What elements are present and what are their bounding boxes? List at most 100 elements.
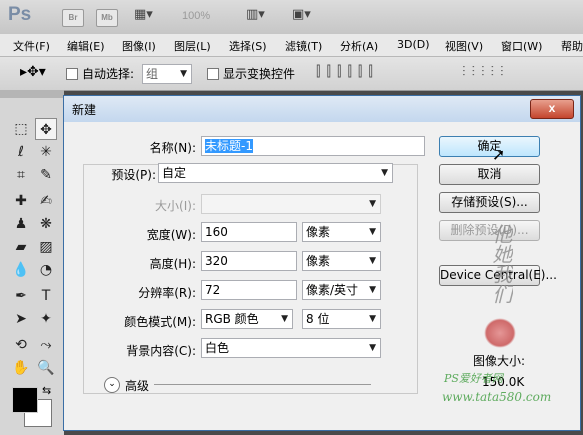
zoom-tool-icon[interactable]: 🔍 (35, 357, 57, 379)
resolution-unit-dropdown[interactable]: 像素/英寸 ▼ (302, 280, 381, 300)
watermark-seal-icon (484, 318, 516, 348)
swap-colors-icon[interactable]: ⇆ (42, 384, 51, 397)
photoshop-logo: Ps (8, 4, 32, 25)
size-dropdown[interactable]: ▼ (201, 194, 381, 214)
marquee-tool-icon[interactable]: ⬚ (10, 118, 32, 140)
menu-bar: 文件(F) 编辑(E) 图像(I) 图层(L) 选择(S) 滤镜(T) 分析(A… (0, 34, 583, 57)
3d-orbit-icon[interactable]: ⤳ (35, 334, 57, 356)
name-field[interactable]: 未标题-1 (201, 136, 425, 156)
width-unit-dropdown[interactable]: 像素 ▼ (302, 222, 381, 242)
zoom-level[interactable]: 100% (182, 10, 210, 22)
ok-button[interactable]: 确定 (439, 136, 540, 157)
blur-tool-icon[interactable]: 💧 (10, 259, 32, 281)
crop-tool-icon[interactable]: ⌗ (10, 164, 32, 186)
auto-select-label: 自动选择: (82, 67, 135, 81)
chevron-down-icon: ▼ (369, 285, 376, 295)
color-mode-dropdown[interactable]: RGB 颜色 ▼ (201, 309, 293, 329)
resolution-label: 分辨率(R): (138, 286, 196, 300)
mouse-cursor-icon: ➚ (492, 145, 506, 164)
width-label: 宽度(W): (146, 228, 196, 242)
new-document-dialog: 新建 x 名称(N): 未标题-1 预设(P): 自定 ▼ 大小(I): ▼ 宽… (63, 95, 581, 431)
checkbox-box[interactable] (207, 67, 219, 80)
menu-analysis[interactable]: 分析(A) (340, 38, 378, 54)
cancel-button[interactable]: 取消 (439, 164, 540, 185)
lasso-tool-icon[interactable]: ℓ (10, 141, 32, 163)
watermark-vertical-text: 他她我们 (489, 224, 513, 304)
path-selection-icon[interactable]: ➤ (10, 308, 32, 330)
menu-window[interactable]: 窗口(W) (501, 38, 542, 54)
checkbox-box[interactable] (66, 67, 78, 80)
width-value: 160 (205, 225, 228, 239)
move-tool-icon[interactable]: ✥ (35, 118, 57, 140)
auto-select-checkbox[interactable] (66, 66, 78, 80)
screen-mode-icon[interactable]: ▣▾ (292, 7, 311, 22)
menu-image[interactable]: 图像(I) (122, 38, 156, 54)
width-field[interactable]: 160 (201, 222, 297, 242)
healing-brush-icon[interactable]: ✚ (10, 190, 32, 212)
options-bar: ▸✥▾ 自动选择: 组 ▼ 显示变换控件 ⫿⫿⫿⫿⫿⫿ ⫶⫶⫶⫶⫶ (0, 57, 583, 91)
dialog-titlebar[interactable]: 新建 x (64, 96, 580, 122)
menu-layer[interactable]: 图层(L) (174, 38, 211, 54)
type-tool-icon[interactable]: T (35, 285, 57, 307)
clone-stamp-icon[interactable]: ♟ (10, 213, 32, 235)
move-tool-preset-icon[interactable]: ▸✥▾ (20, 64, 46, 80)
color-mode-label: 颜色模式(M): (124, 315, 196, 329)
arrange-documents-icon[interactable]: ▥▾ (246, 7, 265, 22)
panel-header[interactable] (0, 90, 64, 98)
bit-depth-value: 8 位 (306, 312, 330, 326)
align-icons[interactable]: ⫿⫿⫿⫿⫿⫿ (316, 64, 379, 80)
hand-tool-icon[interactable]: ✋ (10, 357, 32, 379)
height-field[interactable]: 320 (201, 251, 297, 271)
minibridge-icon[interactable]: Mb (96, 9, 118, 27)
menu-select[interactable]: 选择(S) (229, 38, 267, 54)
tools-panel: ⬚ ✥ ℓ ✳ ⌗ ✎ ✚ ✍ ♟ ❋ ▰ ▨ 💧 ◔ ✒ T ➤ ✦ ⟲ ⤳ … (0, 90, 64, 435)
save-preset-button[interactable]: 存储预设(S)... (439, 192, 540, 213)
eraser-tool-icon[interactable]: ▰ (10, 236, 32, 258)
shape-tool-icon[interactable]: ✦ (35, 308, 57, 330)
menu-view[interactable]: 视图(V) (445, 38, 483, 54)
size-label: 大小(I): (155, 199, 196, 213)
chevron-down-icon: ▼ (381, 168, 388, 178)
background-value: 白色 (205, 341, 230, 355)
bridge-icon[interactable]: Br (62, 9, 84, 27)
menu-file[interactable]: 文件(F) (13, 38, 50, 54)
menu-help[interactable]: 帮助 (561, 38, 583, 54)
gradient-tool-icon[interactable]: ▨ (35, 236, 57, 258)
watermark-site-line1: PS爱好者网 (444, 372, 503, 385)
resolution-value: 72 (205, 283, 221, 297)
eyedropper-tool-icon[interactable]: ✎ (35, 164, 57, 186)
history-brush-icon[interactable]: ❋ (35, 213, 57, 235)
auto-select-dropdown[interactable]: 组 ▼ (142, 64, 192, 84)
distribute-icons[interactable]: ⫶⫶⫶⫶⫶ (462, 64, 510, 80)
brush-tool-icon[interactable]: ✍ (35, 190, 57, 212)
show-transform-checkbox[interactable] (207, 66, 219, 80)
magic-wand-tool-icon[interactable]: ✳ (35, 141, 57, 163)
pen-tool-icon[interactable]: ✒ (10, 285, 32, 307)
chevron-down-icon: ▼ (369, 343, 376, 353)
view-extras-icon[interactable]: ▦▾ (134, 7, 153, 22)
menu-edit[interactable]: 编辑(E) (67, 38, 105, 54)
advanced-toggle-icon[interactable]: ⌄ (104, 377, 120, 393)
advanced-divider (154, 384, 371, 385)
resolution-field[interactable]: 72 (201, 280, 297, 300)
height-unit-value: 像素 (306, 254, 331, 268)
image-size-label: 图像大小: (473, 354, 526, 368)
background-label: 背景内容(C): (126, 344, 196, 358)
dodge-tool-icon[interactable]: ◔ (35, 259, 57, 281)
foreground-color-swatch-top[interactable] (12, 387, 38, 413)
app-bar: Ps Br Mb ▦▾ 100% ▥▾ ▣▾ (0, 0, 583, 35)
menu-filter[interactable]: 滤镜(T) (285, 38, 322, 54)
preset-dropdown[interactable]: 自定 ▼ (158, 163, 393, 183)
chevron-down-icon: ▼ (369, 199, 376, 209)
3d-rotate-icon[interactable]: ⟲ (10, 334, 32, 356)
bit-depth-dropdown[interactable]: 8 位 ▼ (302, 309, 381, 329)
close-button[interactable]: x (530, 99, 574, 119)
menu-3d[interactable]: 3D(D) (397, 38, 430, 51)
show-transform-label: 显示变换控件 (223, 67, 296, 81)
background-dropdown[interactable]: 白色 ▼ (201, 338, 381, 358)
height-value: 320 (205, 254, 228, 268)
resolution-unit-value: 像素/英寸 (306, 283, 359, 297)
height-unit-dropdown[interactable]: 像素 ▼ (302, 251, 381, 271)
width-unit-value: 像素 (306, 225, 331, 239)
chevron-down-icon: ▼ (369, 256, 376, 266)
